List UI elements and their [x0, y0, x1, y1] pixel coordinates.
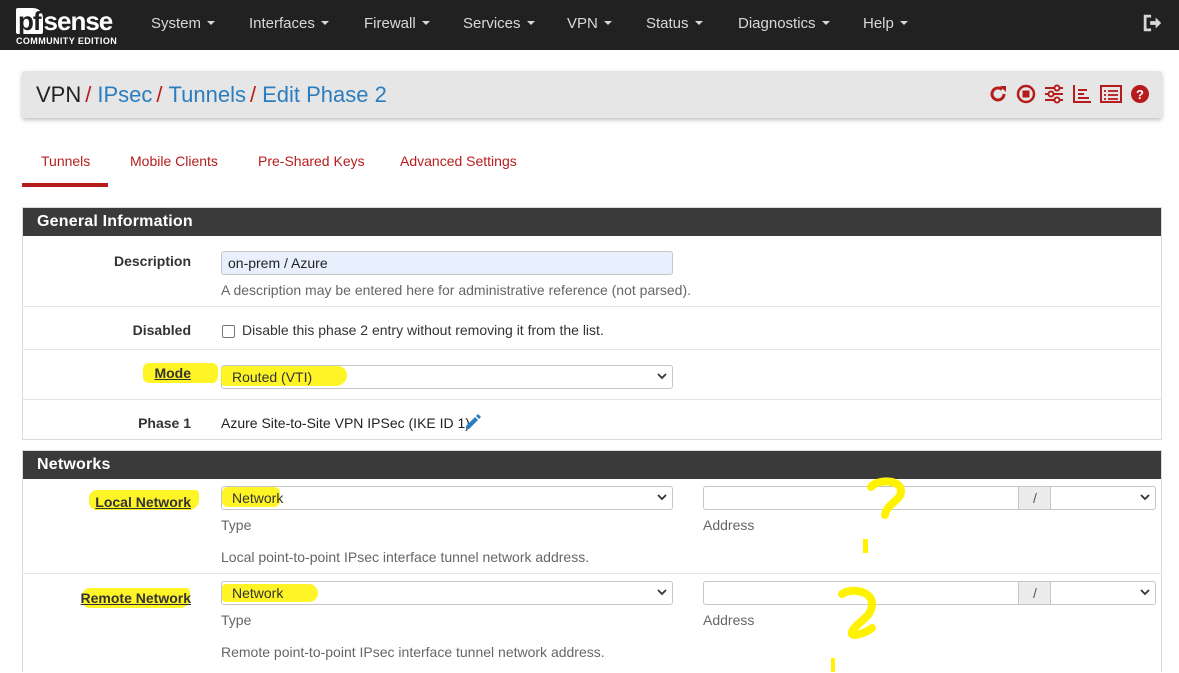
- chevron-down-icon: [657, 494, 667, 501]
- active-tab-indicator: [22, 183, 108, 187]
- nav-vpn[interactable]: VPN: [567, 15, 612, 32]
- caret-down-icon: [821, 21, 830, 25]
- breadcrumb-ipsec[interactable]: IPsec: [97, 82, 152, 107]
- nav-diagnostics[interactable]: Diagnostics: [738, 15, 830, 32]
- phase1-row: Phase 1 Azure Site-to-Site VPN IPSec (IK…: [23, 399, 1161, 440]
- disabled-checkbox[interactable]: [222, 325, 235, 338]
- caret-down-icon: [603, 21, 612, 25]
- address-caption: Address: [703, 612, 755, 628]
- question-mark-annotation: [863, 477, 906, 553]
- caret-down-icon: [526, 21, 535, 25]
- disabled-hint: Disable this phase 2 entry without remov…: [242, 322, 604, 338]
- pfsense-logo[interactable]: pf sense COMMUNITY EDITION: [16, 6, 126, 46]
- networks-panel: Networks Local Network Network Type / Ad…: [22, 450, 1162, 672]
- description-label: Description: [113, 253, 191, 269]
- local-network-type-select[interactable]: Network: [221, 486, 673, 510]
- tab-advanced-settings[interactable]: Advanced Settings: [400, 153, 517, 169]
- address-caption: Address: [703, 517, 755, 533]
- breadcrumb-vpn: VPN: [36, 82, 82, 107]
- type-caption: Type: [221, 517, 252, 533]
- question-mark-annotation: [831, 586, 877, 672]
- remote-network-type-select[interactable]: Network: [221, 581, 673, 605]
- nav-interfaces[interactable]: Interfaces: [249, 15, 329, 32]
- local-network-label: Local Network: [95, 494, 191, 510]
- svg-text:?: ?: [1136, 87, 1144, 102]
- mode-label: Mode: [154, 365, 191, 381]
- caret-down-icon: [421, 21, 430, 25]
- chevron-down-icon: [1140, 494, 1150, 501]
- general-information-panel: General Information Description A descri…: [22, 207, 1162, 440]
- nav-services[interactable]: Services: [463, 15, 535, 32]
- pencil-icon[interactable]: [463, 412, 483, 432]
- nav-help[interactable]: Help: [863, 15, 908, 32]
- remote-network-hint: Remote point-to-point IPsec interface tu…: [221, 644, 605, 660]
- breadcrumb: VPN / IPsec / Tunnels / Edit Phase 2: [36, 82, 387, 107]
- disabled-label: Disabled: [132, 322, 191, 338]
- local-network-address-input[interactable]: [703, 486, 1019, 510]
- caret-down-icon: [320, 21, 329, 25]
- mode-select[interactable]: Routed (VTI): [221, 365, 673, 389]
- nav-system[interactable]: System: [151, 15, 216, 32]
- type-caption: Type: [221, 612, 252, 628]
- edition-label: COMMUNITY EDITION: [16, 36, 118, 46]
- remote-network-mask-select[interactable]: [1050, 581, 1156, 605]
- phase1-value: Azure Site-to-Site VPN IPSec (IKE ID 1): [221, 415, 470, 431]
- description-row: Description A description may be entered…: [23, 236, 1161, 306]
- description-input[interactable]: [221, 251, 673, 275]
- nav-firewall[interactable]: Firewall: [364, 15, 430, 32]
- phase1-label: Phase 1: [138, 415, 191, 431]
- local-network-hint: Local point-to-point IPsec interface tun…: [221, 549, 590, 565]
- tab-pre-shared-keys[interactable]: Pre-Shared Keys: [258, 153, 365, 169]
- disabled-row: Disabled Disable this phase 2 entry with…: [23, 306, 1161, 349]
- panel-title: Networks: [23, 451, 1161, 479]
- tab-mobile-clients[interactable]: Mobile Clients: [130, 153, 218, 169]
- caret-down-icon: [694, 21, 703, 25]
- top-navbar: pf sense COMMUNITY EDITION System Interfa…: [0, 0, 1179, 50]
- restart-icon[interactable]: [988, 84, 1008, 104]
- chevron-down-icon: [657, 373, 667, 380]
- breadcrumb-tunnels[interactable]: Tunnels: [169, 82, 246, 107]
- stop-icon[interactable]: [1016, 84, 1036, 104]
- logout-icon[interactable]: [1141, 12, 1163, 34]
- local-network-row: Local Network Network Type / Address Loc…: [23, 477, 1161, 573]
- chevron-down-icon: [657, 589, 667, 596]
- tab-tunnels[interactable]: Tunnels: [41, 153, 90, 169]
- caret-down-icon: [899, 21, 908, 25]
- description-hint: A description may be entered here for ad…: [221, 282, 692, 298]
- nav-status[interactable]: Status: [646, 15, 703, 32]
- log-icon[interactable]: [1100, 84, 1122, 104]
- panel-title: General Information: [23, 208, 1161, 236]
- chevron-down-icon: [1140, 589, 1150, 596]
- breadcrumb-bar: VPN / IPsec / Tunnels / Edit Phase 2 ?: [22, 71, 1162, 118]
- chart-icon[interactable]: [1072, 84, 1092, 104]
- help-icon[interactable]: ?: [1130, 84, 1150, 104]
- sliders-icon[interactable]: [1044, 84, 1064, 104]
- mode-row: Mode Routed (VTI): [23, 349, 1161, 399]
- caret-down-icon: [207, 21, 216, 25]
- remote-network-row: Remote Network Network Type / Address Re…: [23, 573, 1161, 673]
- cidr-separator: /: [1019, 581, 1051, 605]
- remote-network-label: Remote Network: [80, 590, 191, 606]
- breadcrumb-edit-phase2[interactable]: Edit Phase 2: [262, 82, 387, 107]
- cidr-separator: /: [1019, 486, 1051, 510]
- local-network-mask-select[interactable]: [1050, 486, 1156, 510]
